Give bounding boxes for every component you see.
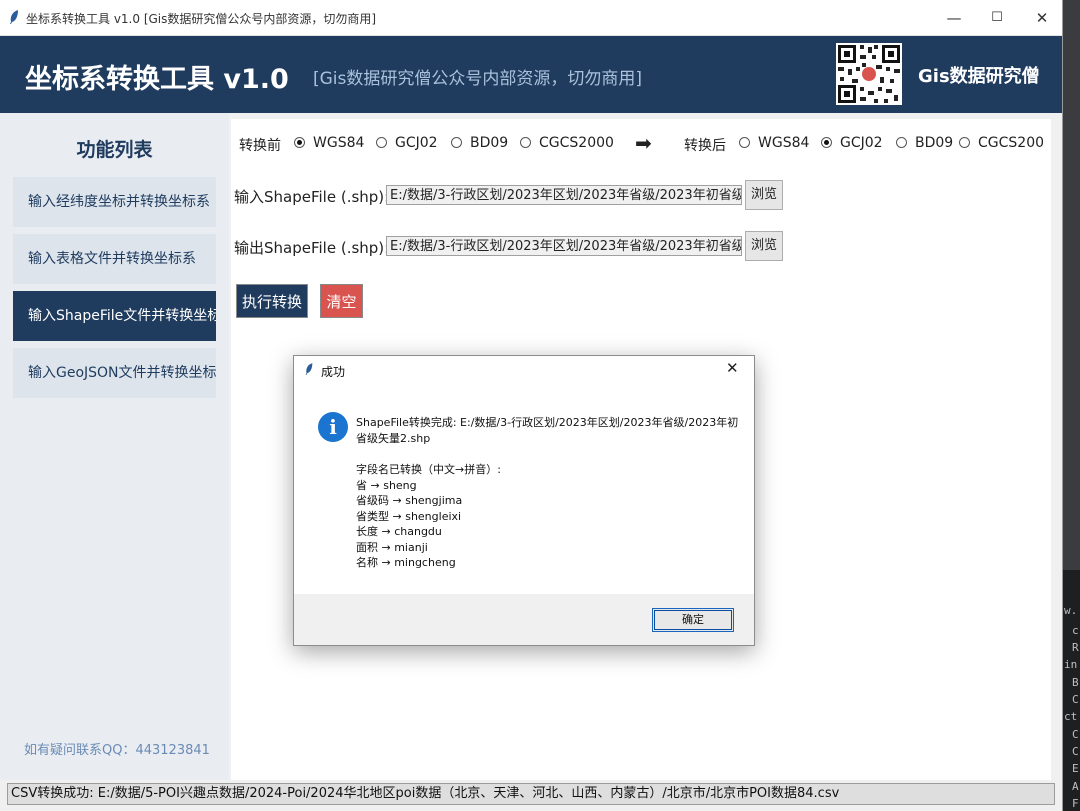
- terminal-char: F: [1072, 797, 1079, 810]
- radio-before-cgcs2000-label[interactable]: CGCS2000: [539, 135, 614, 151]
- terminal-char: C: [1072, 745, 1079, 758]
- maximize-button[interactable]: ☐: [977, 6, 1017, 30]
- radio-after-bd09[interactable]: [896, 137, 907, 148]
- dialog-footer: 确定: [294, 594, 754, 645]
- radio-after-cgcs2000-label[interactable]: CGCS2000: [978, 135, 1043, 151]
- feather-icon: [10, 10, 18, 24]
- terminal-char: C: [1072, 693, 1079, 706]
- radio-before-gcj02[interactable]: [376, 137, 387, 148]
- radio-before-gcj02-label[interactable]: GCJ02: [395, 135, 438, 151]
- clear-button[interactable]: 清空: [320, 284, 363, 318]
- app-subtitle: [Gis数据研究僧公众号内部资源，切勿商用]: [313, 69, 643, 89]
- app-header: 坐标系转换工具 v1.0 [Gis数据研究僧公众号内部资源，切勿商用] Gis数…: [0, 36, 1062, 113]
- terminal-char: w.: [1064, 604, 1078, 617]
- output-shp-field[interactable]: E:/数据/3-行政区划/2023年区划/2023年省级/2023年初省级矢量2…: [386, 236, 742, 256]
- brand-name: Gis数据研究僧: [918, 66, 1040, 87]
- title-bar[interactable]: 坐标系转换工具 v1.0 [Gis数据研究僧公众号内部资源，切勿商用] — ☐ …: [0, 0, 1062, 36]
- dialog-mapping-item: 长度 → changdu: [356, 525, 442, 538]
- terminal-char: C: [1072, 728, 1079, 741]
- sidebar: 功能列表 输入经纬度坐标并转换坐标系 输入表格文件并转换坐标系 输入ShapeF…: [0, 113, 229, 780]
- radio-after-gcj02-label[interactable]: GCJ02: [840, 135, 883, 151]
- dialog-mapping-item: 面积 → mianji: [356, 541, 428, 554]
- dialog-mapping-item: 省 → sheng: [356, 479, 417, 492]
- window-title: 坐标系转换工具 v1.0 [Gis数据研究僧公众号内部资源，切勿商用]: [26, 12, 377, 26]
- contact-text: 如有疑问联系QQ：443123841: [24, 743, 210, 758]
- after-label: 转换后: [684, 138, 726, 154]
- status-bar: CSV转换成功: E:/数据/5-POI兴趣点数据/2024-Poi/2024华…: [7, 783, 1055, 805]
- terminal-char: R: [1072, 641, 1079, 654]
- radio-after-cgcs2000[interactable]: [959, 137, 970, 148]
- terminal-char: E: [1072, 762, 1079, 775]
- dialog-close-button[interactable]: ✕: [726, 359, 739, 377]
- terminal-char: c: [1072, 624, 1079, 637]
- feather-icon: [305, 363, 313, 375]
- browse-output-button[interactable]: 浏览: [745, 231, 783, 261]
- dialog-mapping-item: 名称 → mingcheng: [356, 556, 456, 569]
- browse-input-button[interactable]: 浏览: [745, 180, 783, 210]
- before-label: 转换前: [239, 138, 281, 154]
- radio-before-wgs84-label[interactable]: WGS84: [313, 135, 364, 151]
- desktop-background: [1060, 0, 1080, 570]
- terminal-char: A: [1072, 780, 1079, 793]
- dialog-mapping-item: 省类型 → shengleixi: [356, 510, 462, 523]
- radio-after-wgs84-label[interactable]: WGS84: [758, 135, 809, 151]
- radio-before-cgcs2000[interactable]: [520, 137, 531, 148]
- execute-button[interactable]: 执行转换: [236, 284, 308, 318]
- close-button[interactable]: ✕: [1022, 6, 1062, 30]
- radio-after-gcj02[interactable]: [821, 137, 832, 148]
- radio-before-wgs84[interactable]: [294, 137, 305, 148]
- input-shp-label: 输入ShapeFile (.shp):: [234, 188, 390, 206]
- radio-after-wgs84[interactable]: [739, 137, 750, 148]
- terminal-char: B: [1072, 676, 1079, 689]
- radio-after-bd09-label[interactable]: BD09: [915, 135, 953, 151]
- radio-before-bd09-label[interactable]: BD09: [470, 135, 508, 151]
- sidebar-item-geojson[interactable]: 输入GeoJSON文件并转换坐标系: [13, 348, 216, 398]
- terminal-char: ct: [1064, 710, 1078, 723]
- app-title: 坐标系转换工具 v1.0: [25, 64, 289, 95]
- arrow-icon: ➡: [635, 131, 652, 155]
- sidebar-item-latlng[interactable]: 输入经纬度坐标并转换坐标系: [13, 177, 216, 227]
- qr-code-icon: [836, 43, 902, 105]
- dialog-mapping-item: 省级码 → shengjima: [356, 494, 463, 507]
- app-window: 坐标系转换工具 v1.0 [Gis数据研究僧公众号内部资源，切勿商用] — ☐ …: [0, 0, 1063, 811]
- success-dialog: 成功 ✕ i ShapeFile转换完成: E:/数据/3-行政区划/2023年…: [293, 355, 755, 646]
- sidebar-title: 功能列表: [76, 139, 153, 161]
- sidebar-item-shapefile[interactable]: 输入ShapeFile文件并转换坐标系: [13, 291, 216, 341]
- radio-before-bd09[interactable]: [451, 137, 462, 148]
- ok-button[interactable]: 确定: [652, 608, 734, 632]
- dialog-title: 成功: [321, 365, 346, 379]
- dialog-message-line: ShapeFile转换完成: E:/数据/3-行政区划/2023年区划/2023…: [356, 416, 739, 429]
- background-terminal: w. c R in B C ct C C E A F: [1060, 570, 1080, 811]
- dialog-message-line: 省级矢量2.shp: [356, 432, 431, 445]
- input-shp-field[interactable]: E:/数据/3-行政区划/2023年区划/2023年省级/2023年初省级矢量2…: [386, 185, 742, 205]
- sidebar-item-table[interactable]: 输入表格文件并转换坐标系: [13, 234, 216, 284]
- dialog-mapping-header: 字段名已转换（中文→拼音）:: [356, 463, 501, 476]
- terminal-char: in: [1064, 658, 1078, 671]
- minimize-button[interactable]: —: [934, 6, 974, 30]
- info-icon: i: [318, 412, 348, 442]
- output-shp-label: 输出ShapeFile (.shp):: [234, 239, 390, 257]
